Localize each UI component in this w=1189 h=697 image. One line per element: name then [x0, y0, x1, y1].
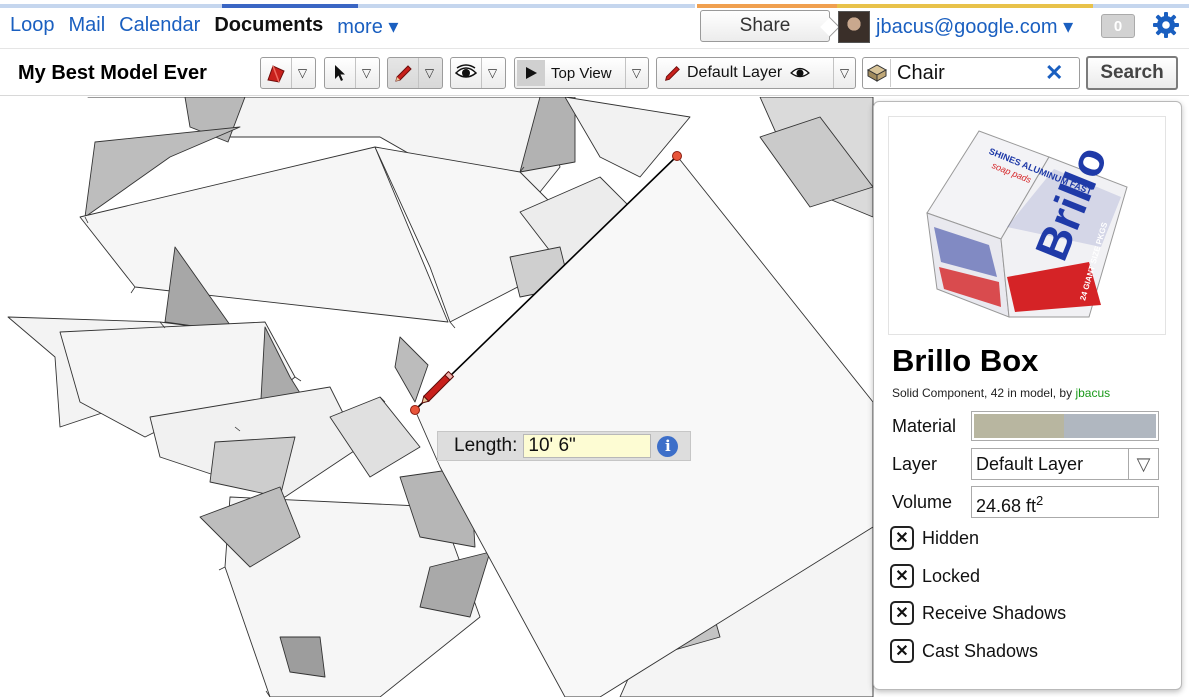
nav-accent-line [358, 4, 695, 8]
brillo-box-image: Brillo SHINES ALUMINUM FAST 24 GIANT SIZ… [926, 130, 1128, 318]
nav-link-loop[interactable]: Loop [10, 14, 55, 39]
layer-label: Layer [892, 454, 938, 474]
hidden-label: Hidden [922, 527, 980, 548]
volume-value: 24.68 ft [976, 496, 1037, 516]
view-label: Top View [551, 64, 612, 82]
component-description: Solid Component, 42 in model, by jbacus [892, 386, 1110, 400]
material-label: Material [892, 416, 957, 436]
ruby-icon [261, 58, 291, 88]
nav-accent-line [837, 4, 1093, 8]
geometry-face [394, 336, 429, 403]
length-label: Length: [454, 435, 518, 456]
layer-label: Default Layer [687, 64, 783, 81]
component-search-field[interactable]: ✕ [862, 57, 1080, 89]
receive-shadows-label: Receive Shadows [922, 602, 1067, 623]
nav-accent-line [0, 4, 222, 8]
hidden-checkbox[interactable]: ✕ [890, 526, 914, 550]
receive-shadows-checkbox-row[interactable]: ✕ Receive Shadows [890, 601, 1066, 625]
locked-checkbox-row[interactable]: ✕ Locked [890, 564, 980, 588]
search-button[interactable]: Search [1086, 56, 1178, 90]
material-color-secondary [1064, 414, 1156, 438]
pencil-icon [657, 58, 687, 88]
volume-exponent: 2 [1036, 493, 1044, 508]
component-name: Brillo Box [892, 343, 1039, 378]
components-box-icon [863, 59, 891, 87]
chevron-down-icon[interactable]: ▽ [625, 58, 647, 88]
eye-icon [451, 58, 481, 88]
pencil-icon [388, 58, 418, 88]
geometry-face [329, 396, 421, 478]
top-navigation-bar: Loop Mail Calendar Documents more ▾ Shar… [0, 0, 1189, 48]
model-toolbar: My Best Model Ever ▽ ▽ ▽ ▽ Top View ▽ De… [0, 48, 1189, 96]
chevron-down-icon[interactable]: ▽ [1128, 449, 1158, 479]
chevron-down-icon[interactable]: ▽ [291, 58, 313, 88]
layer-select-value: Default Layer [976, 453, 1084, 474]
avatar[interactable] [838, 11, 870, 43]
view-selector[interactable]: Top View ▽ [514, 57, 649, 89]
notification-count-badge[interactable]: 0 [1101, 14, 1135, 38]
layer-select[interactable]: Default Layer ▽ [971, 448, 1159, 480]
chevron-down-icon[interactable]: ▽ [418, 58, 440, 88]
cast-shadows-checkbox[interactable]: ✕ [890, 639, 914, 663]
search-input[interactable] [897, 61, 1037, 85]
edge-startpoint[interactable] [410, 405, 420, 415]
model-title: My Best Model Ever [18, 62, 207, 84]
chevron-down-icon[interactable]: ▽ [833, 58, 855, 88]
share-button[interactable]: Share [700, 10, 830, 42]
cast-shadows-label: Cast Shadows [922, 640, 1039, 661]
account-menu[interactable]: jbacus@google.com ▾ [876, 14, 1073, 39]
component-description-text: Solid Component, 42 in model, by [892, 386, 1076, 400]
look-tool-button[interactable]: ▽ [450, 57, 506, 89]
cursor-arrow-icon [325, 58, 355, 88]
entity-info-panel: Brillo SHINES ALUMINUM FAST 24 GIANT SIZ… [873, 101, 1182, 690]
material-color-primary [974, 414, 1064, 438]
locked-checkbox[interactable]: ✕ [890, 564, 914, 588]
component-owner-link[interactable]: jbacus [1075, 386, 1110, 400]
measurement-box: Length: i [437, 431, 691, 461]
nav-links: Loop Mail Calendar Documents more ▾ [10, 14, 398, 39]
hidden-checkbox-row[interactable]: ✕ Hidden [890, 526, 979, 550]
cast-shadows-checkbox-row[interactable]: ✕ Cast Shadows [890, 639, 1038, 663]
component-thumbnail: Brillo SHINES ALUMINUM FAST 24 GIANT SIZ… [888, 116, 1166, 335]
play-icon [517, 60, 545, 86]
gear-icon[interactable] [1152, 11, 1180, 39]
locked-label: Locked [922, 565, 981, 586]
edge-endpoint[interactable] [672, 151, 682, 161]
nav-link-calendar[interactable]: Calendar [119, 14, 200, 39]
nav-link-more[interactable]: more ▾ [337, 14, 398, 39]
chevron-down-icon[interactable]: ▽ [481, 58, 503, 88]
nav-accent-line [1093, 4, 1189, 8]
nav-accent-line [697, 4, 837, 8]
info-icon[interactable]: i [657, 435, 679, 457]
nav-link-mail[interactable]: Mail [69, 14, 106, 39]
pencil-tool-button[interactable]: ▽ [387, 57, 443, 89]
select-tool-button[interactable]: ▽ [324, 57, 380, 89]
nav-accent-line-active [222, 4, 358, 8]
volume-label: Volume [892, 492, 953, 512]
nav-link-documents[interactable]: Documents [214, 14, 323, 39]
component-tool-button[interactable]: ▽ [260, 57, 316, 89]
length-input[interactable] [523, 434, 652, 458]
receive-shadows-checkbox[interactable]: ✕ [890, 601, 914, 625]
eye-icon[interactable] [788, 58, 812, 88]
material-swatch[interactable] [971, 411, 1159, 441]
chevron-down-icon[interactable]: ▽ [355, 58, 377, 88]
clear-search-icon[interactable]: ✕ [1045, 60, 1063, 86]
volume-value-field: 24.68 ft2 [971, 486, 1159, 518]
geometry-face [209, 436, 296, 498]
layer-selector[interactable]: Default Layer ▽ [656, 57, 856, 89]
